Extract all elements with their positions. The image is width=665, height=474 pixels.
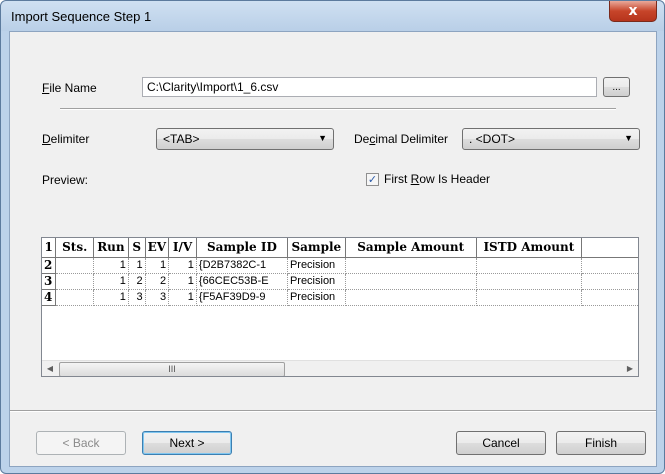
preview-grid-body: 1 Sts. Run S EV I/V Sample ID Sample Sample Amou… [42, 238, 638, 360]
next-button-label: Next > [169, 436, 205, 450]
preview-table: 1 Sts. Run S EV I/V Sample ID Sample Sample Amou… [42, 238, 638, 306]
close-button[interactable]: x [609, 1, 657, 22]
grid-header-cell[interactable]: S [128, 238, 146, 258]
scroll-right-icon[interactable]: ▶ [622, 362, 638, 376]
finish-button-label: Finish [584, 436, 617, 450]
grid-cell[interactable] [345, 289, 477, 306]
grid-header-row: 1 Sts. Run S EV I/V Sample ID Sample Sample Amou… [42, 238, 638, 258]
table-row[interactable]: 4 1 3 3 1 {F5AF39D9-9 Precision [42, 289, 638, 306]
grid-cell[interactable]: 1 [128, 257, 146, 274]
title-bar[interactable]: Import Sequence Step 1 x [1, 1, 664, 31]
grid-header-cell[interactable]: Sample [287, 238, 346, 258]
cancel-button[interactable]: Cancel [456, 431, 546, 455]
grid-header-cell[interactable]: Run [93, 238, 129, 258]
grid-header-cell[interactable]: I/V [168, 238, 197, 258]
chevron-down-icon: ▼ [624, 133, 633, 143]
file-name-input[interactable]: C:\Clarity\Import\1_6.csv [142, 77, 597, 97]
separator-top [60, 108, 616, 110]
finish-button[interactable]: Finish [556, 431, 646, 455]
separator-bottom [10, 410, 656, 412]
grid-cell[interactable] [476, 289, 583, 306]
grid-cell[interactable] [581, 289, 638, 306]
grid-cell[interactable]: 2 [42, 257, 57, 274]
grid-cell[interactable] [55, 289, 94, 306]
grid-header-cell[interactable]: Sts. [55, 238, 94, 258]
delimiter-label: Delimiter [42, 132, 90, 146]
grid-cell[interactable] [345, 257, 477, 274]
grid-cell[interactable]: 3 [128, 289, 146, 306]
decimal-delimiter-dropdown[interactable]: . <DOT> ▼ [462, 128, 640, 150]
grid-header-cell[interactable]: Sample Amount [345, 238, 477, 258]
next-button[interactable]: Next > [142, 431, 232, 455]
back-button-label: < Back [62, 436, 100, 450]
grid-header-cell[interactable]: ISTD Amount [476, 238, 583, 258]
grid-cell[interactable] [476, 273, 583, 290]
table-row[interactable]: 3 1 2 2 1 {66CEC53B-E Precision [42, 273, 638, 290]
grid-cell[interactable] [55, 273, 94, 290]
grid-cell[interactable] [581, 273, 638, 290]
scroll-left-icon[interactable]: ◀ [42, 362, 58, 376]
grid-header-cell[interactable]: Sample ID [196, 238, 288, 258]
grid-cell[interactable]: 1 [168, 273, 197, 290]
grid-cell[interactable]: 2 [145, 273, 170, 290]
grid-cell[interactable]: {D2B7382C-1 [196, 257, 288, 274]
first-row-header-checkbox[interactable]: ✓ [366, 173, 379, 186]
window-title: Import Sequence Step 1 [11, 9, 152, 24]
grid-cell[interactable] [345, 273, 477, 290]
preview-grid[interactable]: 1 Sts. Run S EV I/V Sample ID Sample Sample Amou… [41, 237, 639, 377]
grid-cell[interactable] [581, 257, 638, 274]
grid-cell[interactable] [55, 257, 94, 274]
browse-button[interactable]: ... [603, 77, 630, 97]
table-row[interactable]: 2 1 1 1 1 {D2B7382C-1 Precision [42, 257, 638, 274]
grid-cell[interactable]: 1 [93, 289, 129, 306]
grid-cell[interactable]: 1 [93, 273, 129, 290]
grid-cell[interactable]: 2 [128, 273, 146, 290]
grid-cell[interactable]: 1 [168, 257, 197, 274]
grid-cell[interactable] [476, 257, 583, 274]
cancel-button-label: Cancel [482, 436, 520, 450]
grid-cell[interactable]: 1 [145, 257, 170, 274]
horizontal-scrollbar[interactable]: ◀ III ▶ [42, 360, 638, 376]
dialog-window: Import Sequence Step 1 x File Name C:\Cl… [0, 0, 665, 474]
checkmark-icon: ✓ [367, 173, 378, 186]
grid-cell[interactable]: 3 [42, 273, 57, 290]
grid-header-cell[interactable] [581, 238, 638, 258]
grid-header-cell[interactable]: 1 [42, 238, 57, 258]
close-icon: x [628, 3, 638, 19]
grid-cell[interactable]: Precision [287, 273, 346, 290]
grid-cell[interactable]: 4 [42, 289, 57, 306]
delimiter-dropdown[interactable]: <TAB> ▼ [156, 128, 334, 150]
grid-cell[interactable]: Precision [287, 289, 346, 306]
grid-cell[interactable]: {66CEC53B-E [196, 273, 288, 290]
grid-cell[interactable]: 1 [93, 257, 129, 274]
delimiter-value: <TAB> [163, 132, 200, 146]
preview-label: Preview: [42, 173, 89, 187]
file-name-label-rest: ile Name [49, 81, 97, 95]
grid-cell[interactable]: 1 [168, 289, 197, 306]
first-row-header-label[interactable]: First Row Is Header [384, 172, 490, 186]
decimal-delimiter-label: Decimal Delimiter [354, 132, 449, 146]
back-button[interactable]: < Back [36, 431, 126, 455]
decimal-delimiter-value: . <DOT> [469, 132, 516, 146]
scroll-thumb[interactable]: III [59, 362, 285, 376]
grid-cell[interactable]: Precision [287, 257, 346, 274]
file-name-label: File Name [42, 81, 97, 95]
grid-cell[interactable]: 3 [145, 289, 170, 306]
grid-header-cell[interactable]: EV [145, 238, 170, 258]
chevron-down-icon: ▼ [318, 133, 327, 143]
grid-cell[interactable]: {F5AF39D9-9 [196, 289, 288, 306]
